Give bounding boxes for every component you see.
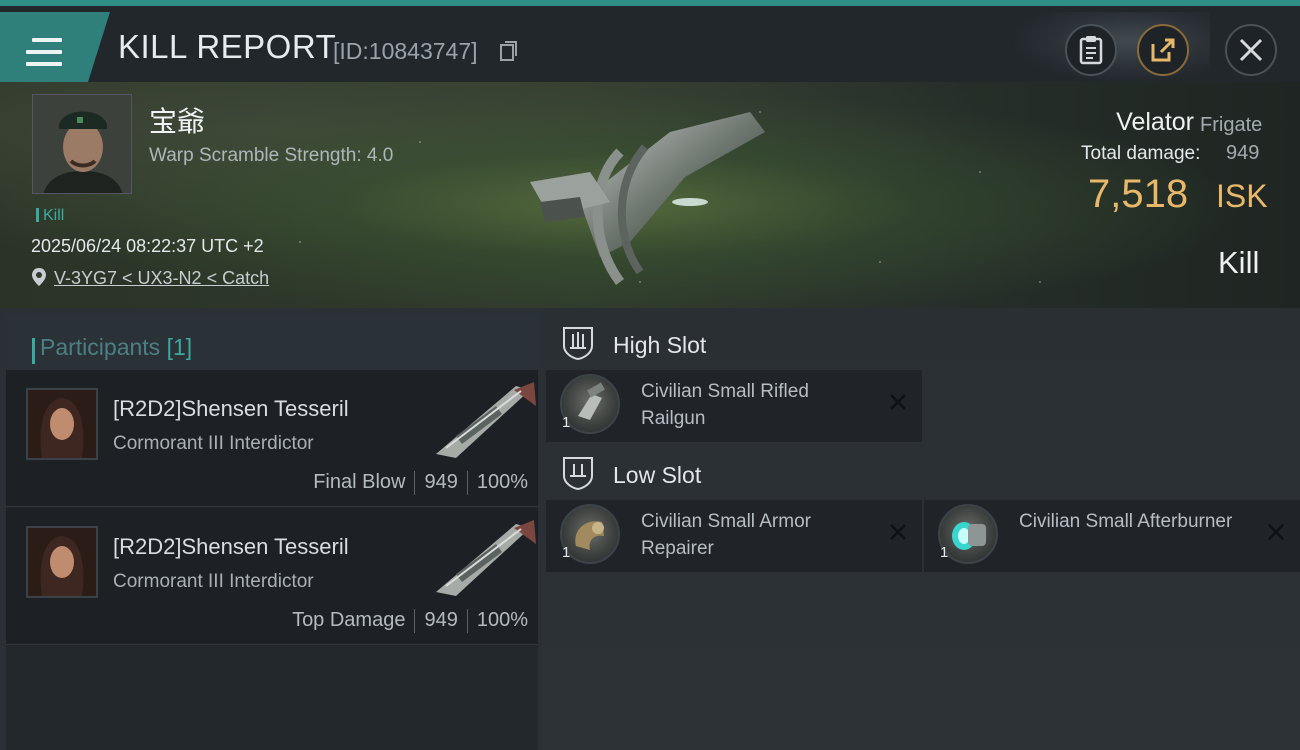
isk-unit: ISK [1216, 178, 1268, 214]
participant-name[interactable]: [R2D2]Shensen Tesseril [113, 534, 349, 560]
participant-role: Final Blow [313, 471, 406, 493]
participant-ship: Cormorant III Interdictor [113, 571, 314, 592]
participant-role: Top Damage [292, 609, 406, 631]
participant-stats: Top Damage 949 100% [292, 609, 528, 633]
total-damage-value: 949 [1226, 142, 1260, 164]
kill-timestamp: 2025/06/24 08:22:37 UTC +2 [31, 236, 264, 256]
fitting-panel: High Slot 1 Civilian Small Rifled Railgu… [542, 308, 1300, 750]
participant-damage: 949 [424, 471, 458, 493]
pilot-portrait-icon [33, 95, 131, 193]
participant-row[interactable]: [R2D2]Shensen Tesseril Cormorant III Int… [6, 370, 538, 507]
menu-icon [26, 38, 62, 66]
module-item[interactable]: 1 Civilian Small Armor Repairer [546, 500, 922, 572]
close-icon [1239, 38, 1263, 62]
share-button[interactable] [1137, 24, 1189, 76]
participant-name[interactable]: [R2D2]Shensen Tesseril [113, 396, 349, 422]
destroyed-x-icon [1268, 524, 1284, 540]
ship-class: Frigate [1200, 114, 1263, 136]
clipboard-icon [1079, 36, 1103, 65]
participant-damage-percent: 100% [476, 471, 528, 493]
total-damage-label: Total damage: [1081, 143, 1201, 164]
top-bar: KILL REPORT [ID:10843747] [0, 0, 1300, 84]
destroyed-x-icon [890, 394, 906, 410]
report-id: [ID:10843747] [333, 38, 478, 64]
module-name: Civilian Small Afterburner [1019, 511, 1233, 532]
high-slot-title: High Slot [613, 332, 707, 358]
menu-button[interactable] [0, 12, 110, 82]
clipboard-button[interactable] [1065, 24, 1117, 76]
participant-stats: Final Blow 949 100% [313, 471, 528, 495]
victim-avatar[interactable] [32, 94, 132, 194]
low-slot-icon [563, 457, 593, 490]
participant-ship-icon [436, 520, 536, 596]
destroyed-x-icon [890, 524, 906, 540]
module-quantity: 1 [562, 544, 571, 561]
warp-scramble-strength: Warp Scramble Strength: 4.0 [149, 145, 394, 166]
page-title: KILL REPORT [118, 28, 337, 65]
ship-name[interactable]: Velator [1116, 108, 1194, 137]
module-name: Civilian Small Armor Repairer [641, 511, 811, 559]
participants-header: Participants [1] [6, 314, 538, 372]
participants-panel: Participants [1] [R2D2]Shensen Tesseril … [0, 308, 542, 750]
isk-value: 7,518 [1088, 172, 1189, 216]
pilot-portrait-icon [28, 390, 96, 458]
high-slot-icon [563, 327, 593, 360]
copy-icon[interactable] [500, 41, 518, 61]
participant-avatar[interactable] [26, 388, 98, 460]
module-item[interactable]: 1 Civilian Small Rifled Railgun [546, 370, 922, 442]
module-quantity: 1 [562, 414, 571, 431]
victim-name[interactable]: 宝爺 [149, 100, 205, 140]
ship-render-icon [530, 112, 765, 285]
kill-location-link[interactable]: V-3YG7 < UX3-N2 < Catch [54, 268, 269, 289]
module-quantity: 1 [940, 544, 949, 561]
kill-tag: Kill [36, 207, 64, 225]
low-slot-title: Low Slot [613, 462, 702, 488]
participants-title: Participants [1] [40, 334, 193, 360]
module-item[interactable]: 1 Civilian Small Afterburner [924, 500, 1300, 572]
location-pin-icon [32, 268, 46, 286]
participant-damage-percent: 100% [476, 609, 528, 631]
pilot-portrait-icon [28, 528, 96, 596]
participant-ship: Cormorant III Interdictor [113, 433, 314, 454]
share-icon [1151, 38, 1175, 62]
module-name: Civilian Small Rifled Railgun [641, 381, 809, 429]
participant-ship-icon [436, 382, 536, 458]
participant-row[interactable]: [R2D2]Shensen Tesseril Cormorant III Int… [6, 508, 538, 645]
participants-accent [32, 338, 35, 364]
participant-avatar[interactable] [26, 526, 98, 598]
participant-damage: 949 [424, 609, 458, 631]
close-button[interactable] [1225, 24, 1277, 76]
high-slot-header: High Slot [542, 314, 1300, 372]
low-slot-header: Low Slot [542, 444, 1300, 502]
kill-result: Kill [1218, 245, 1260, 280]
